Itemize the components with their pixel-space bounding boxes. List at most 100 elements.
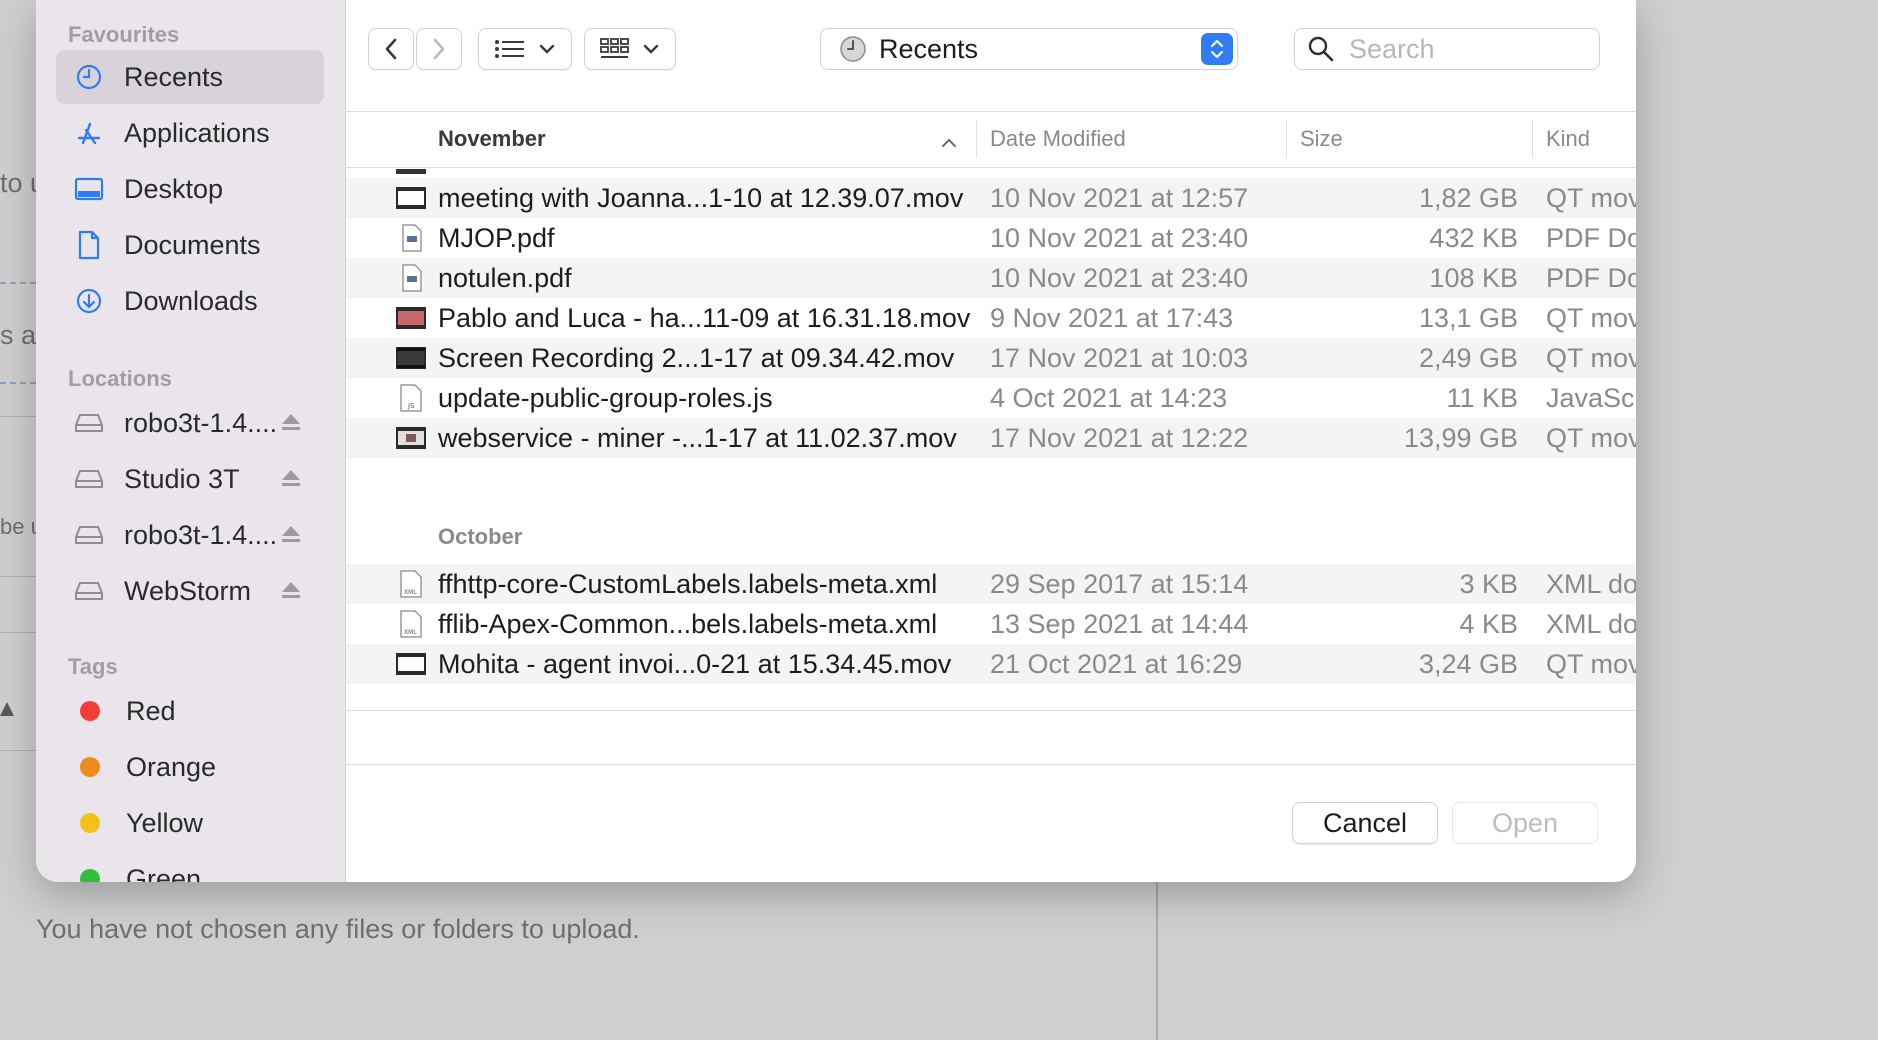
sidebar-item-label: Recents xyxy=(124,61,224,92)
download-icon xyxy=(74,286,104,316)
file-date: 10 Nov 2021 at 23:40 xyxy=(990,262,1249,293)
table-row[interactable]: meeting with Joanna...1-10 at 12.39.07.m… xyxy=(346,178,1636,218)
file-date: 17 Nov 2021 at 10:03 xyxy=(990,342,1249,373)
sidebar-item-downloads[interactable]: Downloads xyxy=(56,274,324,328)
svg-text:XML: XML xyxy=(404,629,417,636)
sidebar-item-location[interactable]: robo3t-1.4.... xyxy=(56,396,324,450)
favourites-heading: Favourites xyxy=(68,22,180,47)
drive-icon xyxy=(74,576,104,606)
tag-dot-icon xyxy=(80,813,100,833)
file-date: 29 Sep 2017 at 15:14 xyxy=(990,568,1249,599)
xml-file-icon: XML xyxy=(400,610,422,638)
svg-text:XML: XML xyxy=(404,589,417,596)
video-file-icon xyxy=(396,169,426,174)
back-button[interactable] xyxy=(368,28,414,70)
open-button[interactable]: Open xyxy=(1452,802,1598,844)
file-kind: PDF Do xyxy=(1546,222,1636,253)
sidebar-item-location[interactable]: WebStorm xyxy=(56,564,324,618)
background-divider xyxy=(0,282,36,284)
file-date: 17 Nov 2021 at 12:22 xyxy=(990,422,1249,453)
video-file-icon xyxy=(396,347,426,369)
eject-icon[interactable] xyxy=(280,467,302,489)
file-name: Mohita - agent invoi...0-21 at 15.34.45.… xyxy=(438,648,952,679)
file-size: 13,99 GB xyxy=(1403,422,1518,453)
table-row[interactable]: webservice - miner -...1-17 at 11.02.37.… xyxy=(346,418,1636,458)
sidebar-item-recents[interactable]: Recents xyxy=(56,50,324,104)
view-mode-list-button[interactable] xyxy=(478,28,572,70)
table-row[interactable]: notulen.pdf 10 Nov 2021 at 23:40 108 KB … xyxy=(346,258,1636,298)
eject-icon[interactable] xyxy=(280,579,302,601)
js-file-icon: JS xyxy=(400,384,422,412)
column-divider[interactable] xyxy=(976,120,977,158)
chevron-left-icon xyxy=(385,38,397,60)
search-field[interactable] xyxy=(1294,28,1600,70)
location-stepper-icon[interactable] xyxy=(1201,33,1233,65)
eject-icon[interactable] xyxy=(280,411,302,433)
group-by-button[interactable] xyxy=(584,28,676,70)
pdf-file-icon xyxy=(402,264,422,292)
column-header-name[interactable]: November xyxy=(438,126,546,152)
column-header-divider[interactable] xyxy=(1532,120,1533,158)
file-size: 4 KB xyxy=(1459,608,1518,639)
file-name: webservice - miner -...1-17 at 11.02.37.… xyxy=(438,422,957,453)
file-kind: QT mov xyxy=(1546,342,1636,373)
table-row[interactable]: MJOP.pdf 10 Nov 2021 at 23:40 432 KB PDF… xyxy=(346,218,1636,258)
tags-heading: Tags xyxy=(68,654,118,679)
file-size: 3 KB xyxy=(1459,568,1518,599)
location-popup[interactable]: Recents xyxy=(820,28,1238,70)
sidebar-item-tag-orange[interactable]: Orange xyxy=(56,740,324,794)
sidebar-item-location[interactable]: robo3t-1.4.... xyxy=(56,508,324,562)
file-date: 9 Nov 2021 at 17:43 xyxy=(990,302,1234,333)
file-name: MJOP.pdf xyxy=(438,222,555,253)
file-size: 13,1 GB xyxy=(1418,302,1518,333)
column-header-date[interactable]: Date Modified xyxy=(990,126,1126,152)
column-header-size[interactable]: Size xyxy=(1300,126,1343,152)
sidebar-item-label: Orange xyxy=(126,751,217,782)
sidebar-item-applications[interactable]: Applications xyxy=(56,106,324,160)
file-name: notulen.pdf xyxy=(438,262,572,293)
sidebar-item-tag-green[interactable]: Green xyxy=(56,852,324,882)
chevron-down-icon xyxy=(539,44,555,54)
locations-heading: Locations xyxy=(68,366,172,391)
search-input[interactable] xyxy=(1349,33,1579,65)
table-row[interactable]: XML fflib-Apex-Common...bels.labels-meta… xyxy=(346,604,1636,644)
background-divider xyxy=(0,576,36,577)
cancel-button[interactable]: Cancel xyxy=(1292,802,1438,844)
eject-icon[interactable] xyxy=(280,523,302,545)
sidebar-item-tag-yellow[interactable]: Yellow xyxy=(56,796,324,850)
search-icon xyxy=(1308,36,1334,62)
sidebar-item-label: Yellow xyxy=(126,807,204,838)
sidebar-item-tag-red[interactable]: Red xyxy=(56,684,324,738)
file-size: 11 KB xyxy=(1446,382,1518,413)
table-row[interactable]: Pablo and Luca - ha...11-09 at 16.31.18.… xyxy=(346,298,1636,338)
document-icon xyxy=(74,230,104,260)
file-kind: QT mov xyxy=(1546,422,1636,453)
grid-icon xyxy=(600,38,629,58)
file-kind: XML do xyxy=(1546,608,1636,639)
table-row[interactable]: Screen Recording 2...1-17 at 09.34.42.mo… xyxy=(346,338,1636,378)
tag-dot-icon xyxy=(80,869,100,882)
sidebar-item-documents[interactable]: Documents xyxy=(56,218,324,272)
table-row[interactable]: JS update-public-group-roles.js 4 Oct 20… xyxy=(346,378,1636,418)
sidebar-item-desktop[interactable]: Desktop xyxy=(56,162,324,216)
sidebar-item-label: Desktop xyxy=(124,173,224,204)
tag-dot-icon xyxy=(80,757,100,777)
column-divider[interactable] xyxy=(1286,120,1287,158)
column-header-kind[interactable]: Kind xyxy=(1546,126,1590,152)
file-kind: QT mov xyxy=(1546,302,1636,333)
upload-status-text: You have not chosen any files or folders… xyxy=(36,914,640,944)
file-name: ffhttp-core-CustomLabels.labels-meta.xml xyxy=(438,568,938,599)
pdf-file-icon xyxy=(402,224,422,252)
sidebar-item-label: Documents xyxy=(124,229,261,260)
xml-file-icon: XML xyxy=(400,570,422,598)
table-row[interactable]: XML ffhttp-core-CustomLabels.labels-meta… xyxy=(346,564,1636,604)
file-date: 4 Oct 2021 at 14:23 xyxy=(990,382,1228,413)
background-divider xyxy=(0,416,36,417)
sidebar-item-location[interactable]: Studio 3T xyxy=(56,452,324,506)
drive-icon xyxy=(74,520,104,550)
table-row[interactable]: Mohita - agent invoi...0-21 at 15.34.45.… xyxy=(346,644,1636,684)
toolbar: Recents xyxy=(346,0,1636,112)
video-file-icon xyxy=(396,653,426,675)
forward-button[interactable] xyxy=(416,28,462,70)
file-kind: XML do xyxy=(1546,568,1636,599)
